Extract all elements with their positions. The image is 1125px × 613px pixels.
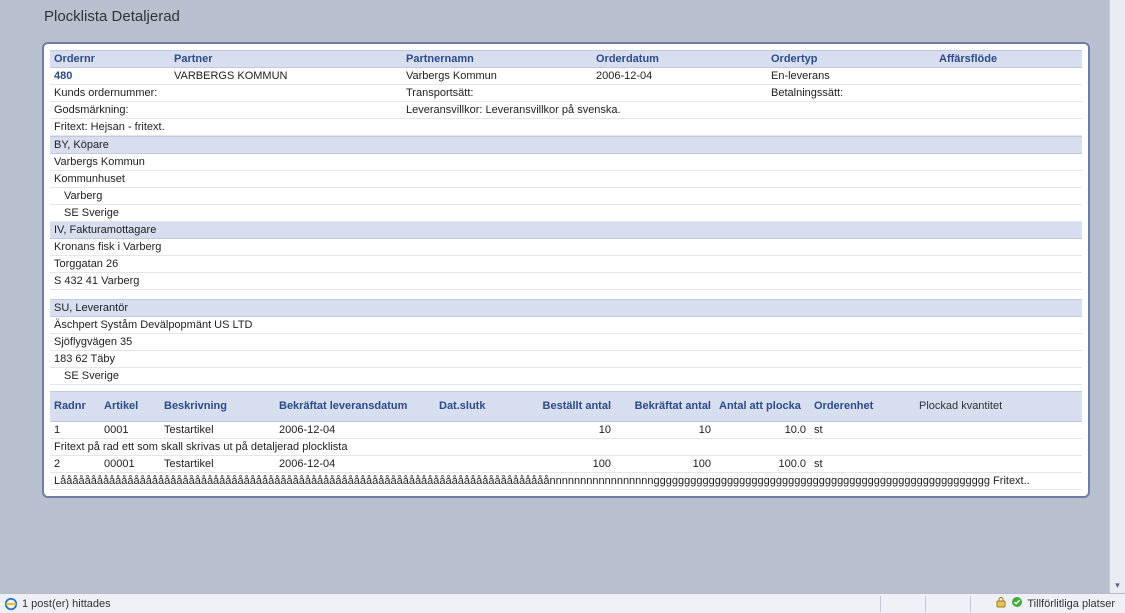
cell-beskrivning: Testartikel <box>160 421 275 438</box>
col-partnernamn[interactable]: Partnernamn <box>402 51 592 68</box>
col-orderdatum[interactable]: Orderdatum <box>592 51 767 68</box>
line-fritext-row: Fritext på rad ett som skall skrivas ut … <box>50 438 1082 455</box>
scroll-down-icon[interactable]: ▾ <box>1115 580 1120 591</box>
vertical-scrollbar[interactable]: ▾ <box>1109 0 1125 593</box>
party-table: BY, Köpare Varbergs Kommun Kommunhuset V… <box>50 136 1082 391</box>
cell-orderenhet: st <box>810 421 915 438</box>
label-transportsatt: Transportsätt: <box>402 85 767 102</box>
party-iv-line: Torggatan 26 <box>50 256 1082 273</box>
ie-icon <box>4 597 18 611</box>
val-affarsflode <box>935 68 1082 85</box>
party-by-line: Kommunhuset <box>50 171 1082 188</box>
col-ordernr[interactable]: Ordernr <box>50 51 170 68</box>
col-beskrivning[interactable]: Beskrivning <box>160 391 275 421</box>
cell-bekrlev: 2006-12-04 <box>275 455 435 472</box>
party-su-line: Äschpert Syståm Devälpopmänt US LTD <box>50 317 1082 334</box>
party-by-line: Varbergs Kommun <box>50 154 1082 171</box>
status-divider <box>880 596 881 612</box>
col-radnr[interactable]: Radnr <box>50 391 100 421</box>
col-partner[interactable]: Partner <box>170 51 402 68</box>
party-su-line: 183 62 Täby <box>50 351 1082 368</box>
cell-bekrlev: 2006-12-04 <box>275 421 435 438</box>
cell-plocka: 100.0 <box>715 455 810 472</box>
cell-orderenhet: st <box>810 455 915 472</box>
order-values-row: 480 VARBERGS KOMMUN Varbergs Kommun 2006… <box>50 68 1082 85</box>
party-by-header: BY, Köpare <box>50 137 1082 154</box>
party-by-line: SE Sverige <box>50 205 1082 222</box>
col-ordertyp[interactable]: Ordertyp <box>767 51 935 68</box>
col-antal-att-plocka[interactable]: Antal att plocka <box>715 391 810 421</box>
table-row: 2 00001 Testartikel 2006-12-04 100 100 1… <box>50 455 1082 472</box>
col-plockad-kvantitet[interactable]: Plockad kvantitet <box>915 391 1082 421</box>
status-text: 1 post(er) hittades <box>22 598 111 610</box>
status-bar: 1 post(er) hittades Tillförlitliga plats… <box>0 593 1125 613</box>
party-by-line: Varberg <box>50 188 1082 205</box>
order-subrow-3: Fritext: Hejsan - fritext. <box>50 119 1082 136</box>
val-ordernr: 480 <box>50 68 170 85</box>
tick-icon <box>1011 596 1023 611</box>
cell-plockadkv <box>915 455 1082 472</box>
page-title: Plocklista Detaljerad <box>0 0 1125 35</box>
party-su-line: SE Sverige <box>50 368 1082 385</box>
val-partner: VARBERGS KOMMUN <box>170 68 402 85</box>
cell-artikel: 0001 <box>100 421 160 438</box>
val-ordertyp: En-leverans <box>767 68 935 85</box>
cell-artikel: 00001 <box>100 455 160 472</box>
cell-plockadkv <box>915 421 1082 438</box>
label-betalningssatt: Betalningssätt: <box>767 85 1082 102</box>
line-fritext: Lååååååååååååååååååååååååååååååååååååååå… <box>50 472 1082 489</box>
label-kunds-ordernummer: Kunds ordernummer: <box>50 85 402 102</box>
cell-beskrivning: Testartikel <box>160 455 275 472</box>
status-divider <box>925 596 926 612</box>
cell-bekraftat: 100 <box>615 455 715 472</box>
cell-bestallt: 100 <box>515 455 615 472</box>
order-header-table: Ordernr Partner Partnernamn Orderdatum O… <box>50 50 1082 136</box>
party-iv-header: IV, Fakturamottagare <box>50 222 1082 239</box>
cell-radnr: 2 <box>50 455 100 472</box>
lines-table: Radnr Artikel Beskrivning Bekräftat leve… <box>50 391 1082 490</box>
status-trusted: Tillförlitliga platser <box>1027 598 1115 610</box>
order-header-row: Ordernr Partner Partnernamn Orderdatum O… <box>50 51 1082 68</box>
party-iv-line: Kronans fisk i Varberg <box>50 239 1082 256</box>
col-dat-slutk[interactable]: Dat.slutk <box>435 391 515 421</box>
val-partnernamn: Varbergs Kommun <box>402 68 592 85</box>
col-bekraftat-antal[interactable]: Bekräftat antal <box>615 391 715 421</box>
col-bekraftat-leveransdatum[interactable]: Bekräftat leveransdatum <box>275 391 435 421</box>
cell-bekraftat: 10 <box>615 421 715 438</box>
line-fritext: Fritext på rad ett som skall skrivas ut … <box>50 438 1082 455</box>
table-row: 1 0001 Testartikel 2006-12-04 10 10 10.0… <box>50 421 1082 438</box>
cell-datslutk <box>435 421 515 438</box>
lock-icon <box>995 596 1007 611</box>
status-divider <box>970 596 971 612</box>
line-fritext-row: Lååååååååååååååååååååååååååååååååååååååå… <box>50 472 1082 489</box>
cell-datslutk <box>435 455 515 472</box>
order-subrow-2: Godsmärkning: Leveransvillkor: Leveransv… <box>50 102 1082 119</box>
col-artikel[interactable]: Artikel <box>100 391 160 421</box>
cell-radnr: 1 <box>50 421 100 438</box>
cell-plocka: 10.0 <box>715 421 810 438</box>
lines-header-row: Radnr Artikel Beskrivning Bekräftat leve… <box>50 391 1082 421</box>
col-bestallt-antal[interactable]: Beställt antal <box>515 391 615 421</box>
order-subrow-1: Kunds ordernummer: Transportsätt: Betaln… <box>50 85 1082 102</box>
party-iv-line: S 432 41 Varberg <box>50 273 1082 290</box>
val-orderdatum: 2006-12-04 <box>592 68 767 85</box>
col-affarsflode[interactable]: Affärsflöde <box>935 51 1082 68</box>
party-su-header: SU, Leverantör <box>50 300 1082 317</box>
cell-bestallt: 10 <box>515 421 615 438</box>
detail-panel: Ordernr Partner Partnernamn Orderdatum O… <box>42 42 1090 498</box>
col-orderenhet[interactable]: Orderenhet <box>810 391 915 421</box>
label-leveransvillkor: Leveransvillkor: Leveransvillkor på sven… <box>402 102 1082 119</box>
label-godsmarkning: Godsmärkning: <box>50 102 402 119</box>
label-fritext: Fritext: Hejsan - fritext. <box>50 119 1082 136</box>
party-su-line: Sjöflygvägen 35 <box>50 334 1082 351</box>
